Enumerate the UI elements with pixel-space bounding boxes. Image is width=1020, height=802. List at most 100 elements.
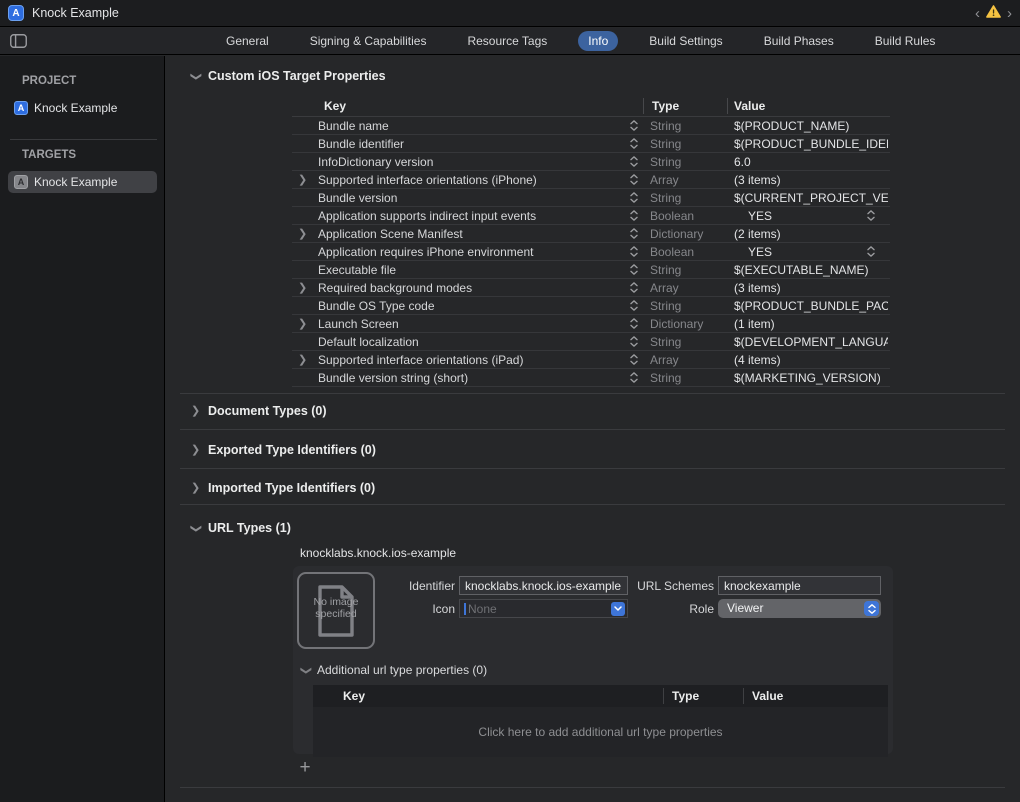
key-stepper-icon[interactable] [630,246,638,260]
property-row[interactable]: Default localizationString$(DEVELOPMENT_… [292,333,890,351]
property-row[interactable]: Executable fileString$(EXECUTABLE_NAME) [292,261,890,279]
property-key: Application requires iPhone environment [318,245,533,259]
tab-signing-capabilities[interactable]: Signing & Capabilities [300,31,437,51]
property-value[interactable]: 6.0 [734,155,888,169]
property-row[interactable]: ❯Supported interface orientations (iPhon… [292,171,890,189]
property-key: Application supports indirect input even… [318,209,536,223]
key-stepper-icon[interactable] [630,192,638,206]
sidebar-item-project[interactable]: A Knock Example [8,97,157,119]
chevron-down-icon[interactable]: ❯ [190,524,201,533]
property-key: Bundle version [318,191,397,205]
key-stepper-icon[interactable] [630,336,638,350]
property-type: Boolean [650,245,694,259]
property-type: Boolean [650,209,694,223]
disclosure-chevron-icon[interactable]: ❯ [298,353,307,366]
url-schemes-field[interactable]: knockexample [718,576,881,595]
value-stepper-icon[interactable] [867,210,875,224]
property-value[interactable]: (4 items) [734,353,888,367]
disclosure-chevron-icon[interactable]: ❯ [191,445,200,456]
property-value[interactable]: $(MARKETING_VERSION) [734,371,888,385]
property-value[interactable]: $(EXECUTABLE_NAME) [734,263,888,277]
key-stepper-icon[interactable] [630,282,638,296]
chevron-down-icon[interactable]: ❯ [190,72,201,81]
column-header-key: Key [343,689,365,703]
property-row[interactable]: Bundle version string (short)String$(MAR… [292,369,890,387]
property-row[interactable]: Bundle identifierString$(PRODUCT_BUNDLE_… [292,135,890,153]
additional-properties-header[interactable]: ❯ Additional url type properties (0) [301,663,487,677]
key-stepper-icon[interactable] [630,318,638,332]
key-stepper-icon[interactable] [630,372,638,386]
property-row[interactable]: InfoDictionary versionString6.0 [292,153,890,171]
identifier-field[interactable]: knocklabs.knock.ios-example [459,576,628,595]
tab-build-rules[interactable]: Build Rules [865,31,946,51]
add-properties-placeholder[interactable]: Click here to add additional url type pr… [313,707,888,757]
target-properties-table: Key Type Value Bundle nameString$(PRODUC… [292,96,890,387]
role-label: Role [614,602,714,616]
property-row[interactable]: Bundle OS Type codeString$(PRODUCT_BUNDL… [292,297,890,315]
disclosure-chevron-icon[interactable]: ❯ [298,173,307,186]
property-row[interactable]: Application requires iPhone environment B… [292,243,890,261]
section-document-types-0[interactable]: ❯Document Types (0) [191,403,327,419]
property-row[interactable]: ❯Supported interface orientations (iPad)… [292,351,890,369]
disclosure-chevron-icon[interactable]: ❯ [191,483,200,494]
value-stepper-icon[interactable] [867,246,875,260]
disclosure-chevron-icon[interactable]: ❯ [298,281,307,294]
property-value[interactable]: $(PRODUCT_NAME) [734,119,888,133]
disclosure-chevron-icon[interactable]: ❯ [191,406,200,417]
back-chevron-icon[interactable]: ‹ [975,6,980,21]
sidebar-item-target[interactable]: A Knock Example [8,171,157,193]
tab-info[interactable]: Info [578,31,618,51]
property-row[interactable]: ❯Launch ScreenDictionary(1 item) [292,315,890,333]
add-url-type-button[interactable]: + [296,759,314,777]
role-popup-button[interactable]: Viewer [718,599,881,618]
property-row[interactable]: ❯Application Scene ManifestDictionary(2 … [292,225,890,243]
section-imported-type-identifiers-0[interactable]: ❯Imported Type Identifiers (0) [191,480,375,496]
chevron-down-icon[interactable]: ❯ [300,666,311,675]
column-header-type: Type [672,689,699,703]
popup-stepper-icon[interactable] [864,601,879,616]
property-value[interactable]: (1 item) [734,317,888,331]
property-value[interactable]: YES [748,245,902,259]
property-type: Array [650,353,679,367]
property-value[interactable]: (2 items) [734,227,888,241]
key-stepper-icon[interactable] [630,156,638,170]
property-key: Bundle version string (short) [318,371,468,385]
key-stepper-icon[interactable] [630,138,638,152]
section-custom-ios-target-properties[interactable]: ❯ Custom iOS Target Properties [191,68,386,84]
property-value[interactable]: $(PRODUCT_BUNDLE_IDENT [734,137,888,151]
property-row[interactable]: ❯Required background modesArray(3 items) [292,279,890,297]
property-row[interactable]: Application supports indirect input even… [292,207,890,225]
key-stepper-icon[interactable] [630,210,638,224]
property-value[interactable]: $(DEVELOPMENT_LANGUAGI [734,335,888,349]
tab-general[interactable]: General [216,31,279,51]
sidebar-toggle-button[interactable] [10,34,27,51]
key-stepper-icon[interactable] [630,120,638,134]
target-icon: A [14,175,28,189]
tab-group: General Signing & Capabilities Resource Ta… [216,28,945,54]
property-row[interactable]: Bundle nameString$(PRODUCT_NAME) [292,117,890,135]
property-value[interactable]: (3 items) [734,173,888,187]
key-stepper-icon[interactable] [630,228,638,242]
column-header-type: Type [652,99,679,113]
column-divider [727,98,728,114]
key-stepper-icon[interactable] [630,264,638,278]
tab-resource-tags[interactable]: Resource Tags [457,31,557,51]
section-url-types[interactable]: ❯ URL Types (1) [191,520,291,536]
disclosure-chevron-icon[interactable]: ❯ [298,227,307,240]
tab-build-phases[interactable]: Build Phases [754,31,844,51]
forward-chevron-icon[interactable]: › [1007,6,1012,21]
section-divider [180,504,1005,505]
key-stepper-icon[interactable] [630,174,638,188]
disclosure-chevron-icon[interactable]: ❯ [298,317,307,330]
property-value[interactable]: (3 items) [734,281,888,295]
property-value[interactable]: $(PRODUCT_BUNDLE_PACKA [734,299,888,313]
icon-combobox[interactable]: None [459,599,628,618]
section-exported-type-identifiers-0[interactable]: ❯Exported Type Identifiers (0) [191,442,376,458]
key-stepper-icon[interactable] [630,354,638,368]
warning-icon[interactable] [986,5,1001,21]
property-value[interactable]: $(CURRENT_PROJECT_VERS [734,191,888,205]
key-stepper-icon[interactable] [630,300,638,314]
property-value[interactable]: YES [748,209,902,223]
tab-build-settings[interactable]: Build Settings [639,31,732,51]
property-row[interactable]: Bundle versionString$(CURRENT_PROJECT_VE… [292,189,890,207]
